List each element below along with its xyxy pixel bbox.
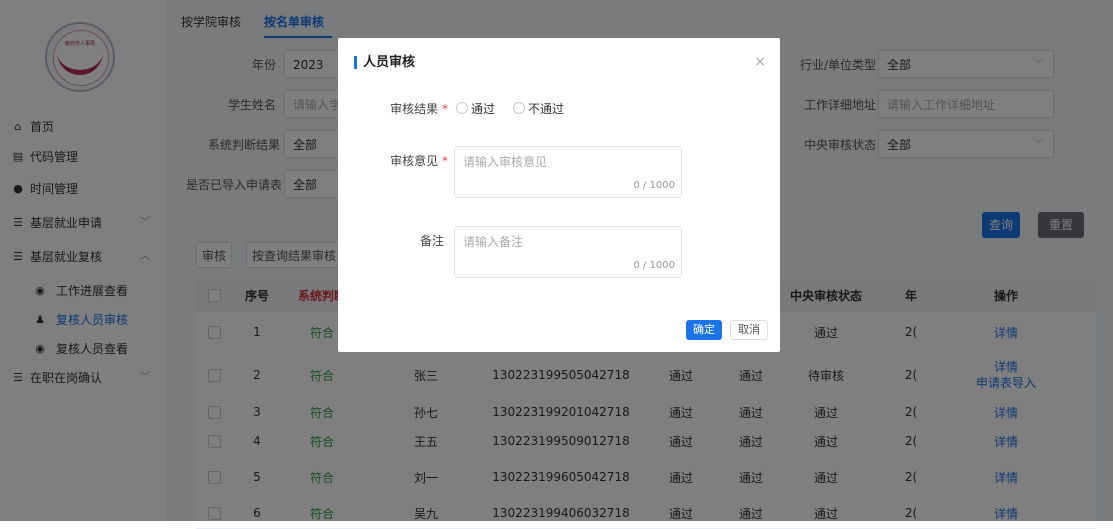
- opinion-label: 审核意见 *: [368, 152, 448, 169]
- close-icon[interactable]: ×: [754, 54, 766, 70]
- remark-placeholder: 请输入备注: [463, 235, 524, 249]
- result-label-text: 审核结果: [390, 102, 439, 116]
- opinion-label-text: 审核意见: [390, 154, 439, 168]
- remark-textarea[interactable]: 请输入备注 0 / 1000: [454, 226, 682, 278]
- opinion-textarea[interactable]: 请输入审核意见 0 / 1000: [454, 146, 682, 198]
- required-mark: *: [442, 102, 448, 116]
- cancel-button[interactable]: 取消: [730, 320, 768, 340]
- remark-label: 备注: [419, 234, 444, 248]
- radio-fail[interactable]: [513, 102, 525, 114]
- required-mark: *: [442, 154, 448, 168]
- audit-dialog: 人员审核 × 审核结果 * 通过 不通过 审核意见 * 请输入审核意见 0 / …: [338, 38, 780, 352]
- dialog-title: 人员审核: [354, 56, 415, 69]
- radio-fail-label[interactable]: 不通过: [528, 100, 564, 117]
- result-label: 审核结果 *: [368, 100, 448, 117]
- radio-pass-label[interactable]: 通过: [471, 100, 495, 117]
- remark-counter: 0 / 1000: [633, 260, 675, 271]
- confirm-button[interactable]: 确定: [686, 320, 722, 340]
- radio-pass[interactable]: [456, 102, 468, 114]
- opinion-counter: 0 / 1000: [633, 180, 675, 191]
- opinion-placeholder: 请输入审核意见: [463, 155, 548, 169]
